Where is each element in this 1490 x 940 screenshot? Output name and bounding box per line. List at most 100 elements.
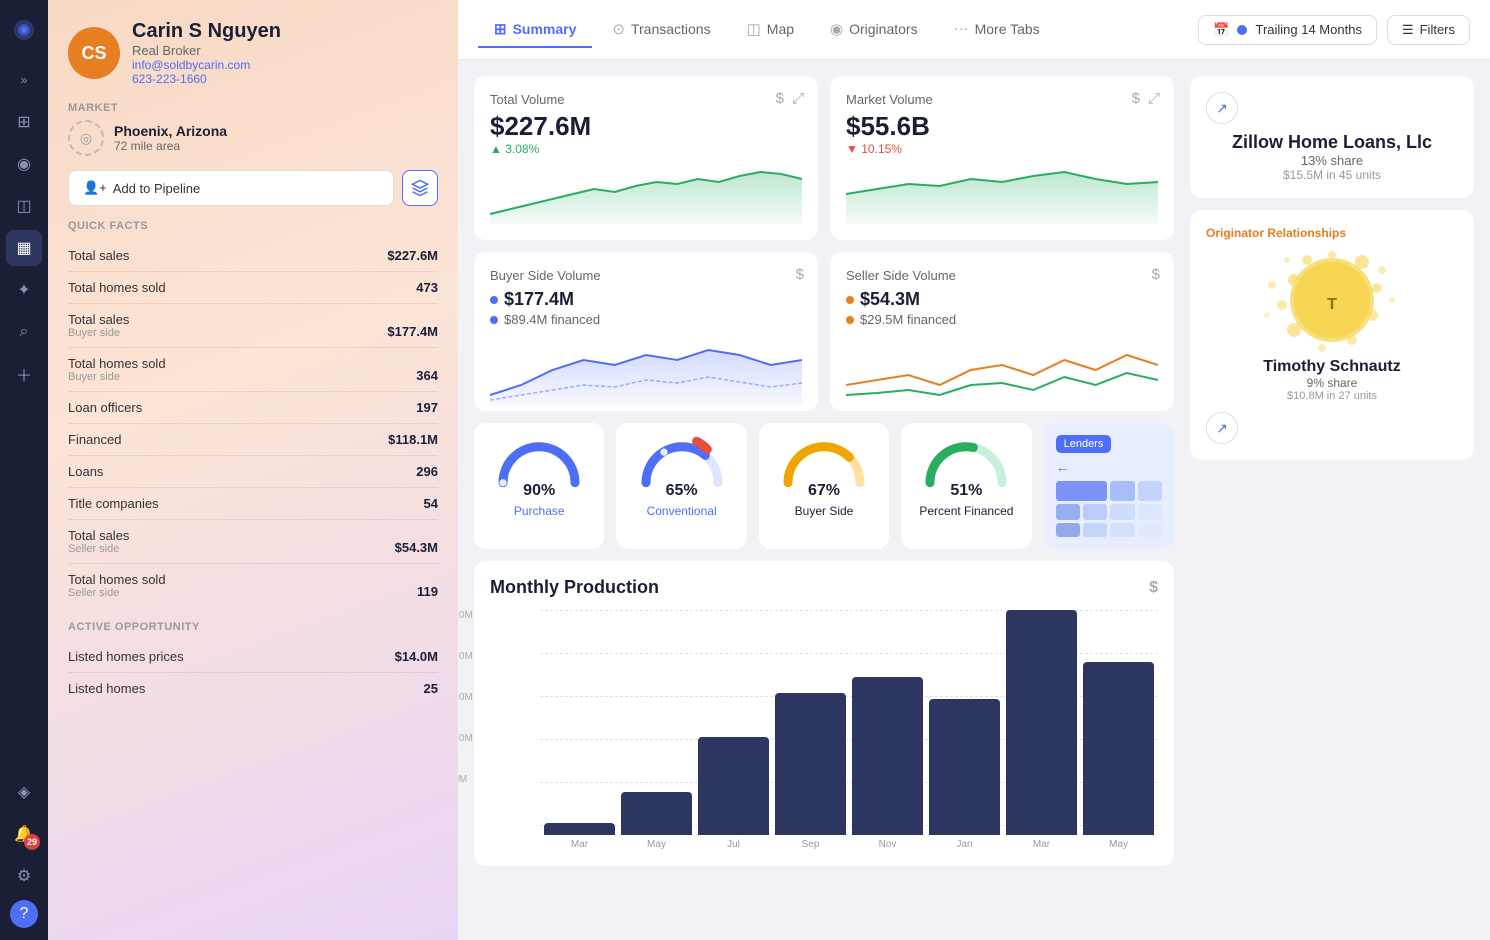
fact-row-loan-officers: Loan officers 197	[68, 392, 438, 424]
nav-plus[interactable]: ＋	[6, 356, 42, 392]
market-volume-chart	[846, 164, 1158, 224]
fact-row-title: Title companies 54	[68, 488, 438, 520]
fact-row-loans: Loans 296	[68, 456, 438, 488]
gauge-buyer-side-value: 67%	[808, 482, 840, 500]
fact-value-4: 197	[416, 400, 438, 415]
y-label-20: 20.0M	[458, 651, 473, 662]
content-right: ↗ Zillow Home Loans, Llc 13% share $15.5…	[1190, 60, 1490, 940]
opp-value-0: $14.0M	[395, 649, 438, 664]
total-volume-chart	[490, 164, 802, 224]
nav-sparkle[interactable]: ✦	[6, 272, 42, 308]
tab-originators-label: Originators	[849, 21, 917, 37]
expand-icon-2[interactable]: ⤢	[1148, 90, 1160, 107]
seller-value-2: $29.5M financed	[860, 312, 956, 327]
tab-summary[interactable]: ⊞ Summary	[478, 12, 592, 48]
bubble-initial: T	[1327, 296, 1337, 313]
originator-details: $10.8M in 27 units	[1206, 390, 1458, 402]
nav-message[interactable]: ◈	[6, 774, 42, 810]
bar-chart-inner: Mar May Jul	[544, 610, 1154, 850]
summary-icon: ⊞	[494, 20, 507, 38]
total-volume-value: $227.6M	[490, 111, 802, 142]
fact-row-seller-sales: Total sales Seller side $54.3M	[68, 520, 438, 564]
dollar-icon[interactable]: $	[776, 90, 784, 107]
filters-button[interactable]: ☰ Filters	[1387, 15, 1470, 45]
tab-transactions[interactable]: ⊙ Transactions	[596, 12, 726, 48]
nav-bell[interactable]: 🔔 29	[6, 816, 42, 852]
buyer-dot-1	[490, 296, 498, 304]
active-opportunity-label: ACTIVE OPPORTUNITY	[68, 621, 438, 633]
production-dollar-icon[interactable]: $	[1149, 579, 1158, 597]
nav-chat[interactable]: ◫	[6, 188, 42, 224]
zillow-details: $15.5M in 45 units	[1206, 168, 1458, 182]
buyer-line-1: $177.4M	[490, 289, 802, 310]
nav-logo[interactable]	[6, 12, 42, 48]
lenders-card[interactable]: Lenders ←	[1044, 423, 1174, 549]
trailing-button[interactable]: 📅 Trailing 14 Months	[1198, 15, 1377, 45]
gauge-buyer-side: 67% Buyer Side	[759, 423, 889, 549]
gauge-financed-value: 51%	[950, 482, 982, 500]
tab-map[interactable]: ◫ Map	[731, 12, 810, 48]
opp-label-1: Listed homes	[68, 681, 145, 696]
broker-phone[interactable]: 623-223-1660	[132, 72, 281, 86]
fact-row-total-sales: Total sales $227.6M	[68, 240, 438, 272]
top-nav: ⊞ Summary ⊙ Transactions ◫ Map ◉ Origina…	[458, 0, 1490, 60]
nav-gear[interactable]: ⚙	[6, 858, 42, 894]
market-name: Phoenix, Arizona	[114, 123, 227, 139]
originators-icon: ◉	[830, 20, 843, 38]
bar-group-mar1: Mar	[544, 610, 615, 850]
dollar-icon-3[interactable]: $	[796, 266, 804, 283]
expand-icon[interactable]: ⤢	[792, 90, 804, 107]
seller-value-1: $54.3M	[860, 289, 920, 310]
tab-more-tabs[interactable]: ··· More Tabs	[938, 12, 1056, 47]
fact-label-4: Loan officers	[68, 400, 142, 415]
chart-y-labels: 25.0M 20.0M 15.0M 10.0M 5.0M 0	[458, 610, 473, 826]
facts-list: Total sales $227.6M Total homes sold 473…	[68, 240, 438, 607]
originator-arrow-icon[interactable]: ↗	[1206, 412, 1238, 444]
fact-row-financed: Financed $118.1M	[68, 424, 438, 456]
add-to-pipeline-button[interactable]: 👤+ Add to Pipeline	[68, 170, 394, 206]
opportunities-list: Listed homes prices $14.0M Listed homes …	[68, 641, 438, 704]
nav-collapse[interactable]: »	[6, 62, 42, 98]
bar-may1	[621, 792, 692, 835]
zillow-card: ↗ Zillow Home Loans, Llc 13% share $15.5…	[1190, 76, 1474, 198]
seller-dot-1	[846, 296, 854, 304]
monthly-production-card: Monthly Production $ 25.0M 20.0M 15.0M 1…	[474, 561, 1174, 866]
dollar-icon-4[interactable]: $	[1152, 266, 1160, 283]
fact-label-5: Financed	[68, 432, 121, 447]
action-icon-button[interactable]	[402, 170, 438, 206]
lenders-arrow: ←	[1056, 459, 1070, 475]
gauge-purchase-label: Purchase	[514, 504, 565, 518]
bar-jan	[929, 699, 1000, 835]
y-label-10: 10.0M	[458, 733, 473, 744]
bar-group-sep: Sep	[775, 610, 846, 850]
fact-value-9: 119	[417, 584, 438, 599]
nav-search[interactable]: ⌕	[6, 314, 42, 350]
gauge-financed: 51% Percent Financed	[901, 423, 1031, 549]
bar-nov	[852, 677, 923, 835]
tab-originators[interactable]: ◉ Originators	[814, 12, 934, 48]
fact-label-7: Title companies	[68, 496, 159, 511]
bar-label-sep: Sep	[802, 839, 820, 850]
market-icon: ◎	[68, 120, 104, 156]
zillow-arrow-icon[interactable]: ↗	[1206, 92, 1238, 124]
nav-grid[interactable]: ⊞	[6, 104, 42, 140]
fact-value-5: $118.1M	[388, 432, 438, 447]
lender-cell-7	[1138, 504, 1162, 520]
buyer-value-1: $177.4M	[504, 289, 574, 310]
bar-sep	[775, 693, 846, 835]
seller-side-chart	[846, 335, 1158, 395]
tab-more-label: More Tabs	[975, 21, 1040, 37]
content-area: Total Volume $227.6M ▲ 3.08% $ ⤢	[458, 60, 1490, 940]
nav-chart[interactable]: ▦	[6, 230, 42, 266]
nav-person[interactable]: ◉	[6, 146, 42, 182]
dollar-icon-2[interactable]: $	[1132, 90, 1140, 107]
lender-cell-4	[1056, 504, 1080, 520]
broker-email[interactable]: info@soldbycarin.com	[132, 58, 281, 72]
main-area: ⊞ Summary ⊙ Transactions ◫ Map ◉ Origina…	[458, 0, 1490, 940]
nav-help[interactable]: ?	[10, 900, 38, 928]
monthly-production-label: Monthly Production	[490, 577, 659, 598]
bar-group-jan: Jan	[929, 610, 1000, 850]
bubble-visualization: T	[1206, 250, 1458, 350]
bar-group-may1: May	[621, 610, 692, 850]
fact-value-8: $54.3M	[395, 540, 438, 555]
